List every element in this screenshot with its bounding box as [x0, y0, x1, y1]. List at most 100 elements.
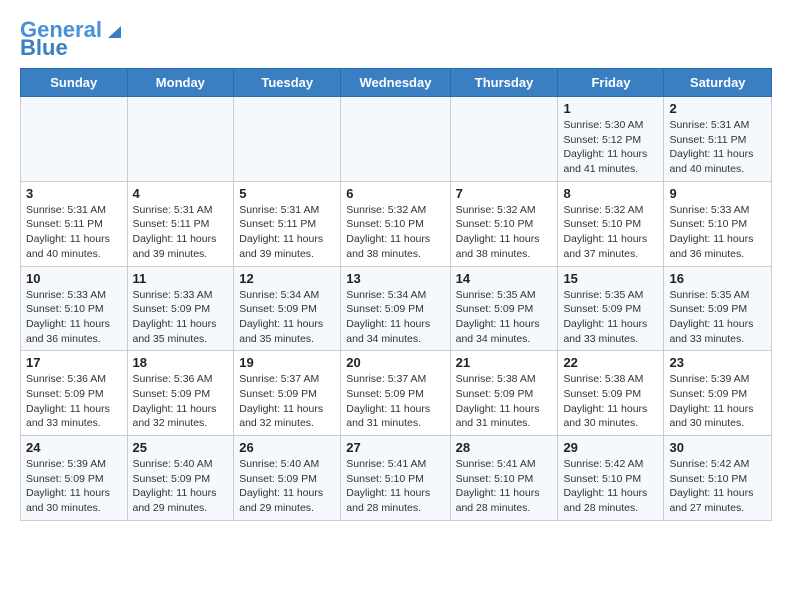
day-number: 30 [669, 440, 766, 455]
day-number: 19 [239, 355, 335, 370]
calendar-day-cell: 24Sunrise: 5:39 AMSunset: 5:09 PMDayligh… [21, 436, 128, 521]
day-number: 22 [563, 355, 658, 370]
day-number: 16 [669, 271, 766, 286]
calendar-day-cell: 22 Sunrise: 5:38 AMSunset: 5:09 PMDayligh… [558, 351, 664, 436]
day-number: 27 [346, 440, 444, 455]
weekday-header: Friday [558, 69, 664, 97]
calendar-day-cell: 14 Sunrise: 5:35 AMSunset: 5:09 PMDayligh… [450, 266, 558, 351]
calendar-day-cell [21, 97, 128, 182]
day-detail: Sunrise: 5:33 AMSunset: 5:10 PMDaylight:… [669, 203, 766, 262]
day-detail: Sunrise: 5:38 AMSunset: 5:09 PMDaylight:… [456, 372, 553, 431]
calendar-week-row: 3Sunrise: 5:31 AMSunset: 5:11 PMDaylight… [21, 181, 772, 266]
calendar-day-cell: 17 Sunrise: 5:36 AMSunset: 5:09 PMDayligh… [21, 351, 128, 436]
calendar-day-cell [127, 97, 234, 182]
day-number: 13 [346, 271, 444, 286]
day-detail: Sunrise: 5:31 AMSunset: 5:11 PMDaylight:… [133, 203, 229, 262]
day-number: 28 [456, 440, 553, 455]
calendar-day-cell: 9Sunrise: 5:33 AMSunset: 5:10 PMDaylight… [664, 181, 772, 266]
day-detail: Sunrise: 5:35 AMSunset: 5:09 PMDaylight:… [563, 288, 658, 347]
calendar-day-cell [234, 97, 341, 182]
calendar-day-cell: 7 Sunrise: 5:32 AMSunset: 5:10 PMDaylight… [450, 181, 558, 266]
calendar-day-cell: 1 Sunrise: 5:30 AMSunset: 5:12 PMDaylight… [558, 97, 664, 182]
weekday-header: Wednesday [341, 69, 450, 97]
page: General Blue SundayMondayTuesdayWednesda… [0, 0, 792, 541]
calendar-day-cell: 11 Sunrise: 5:33 AMSunset: 5:09 PMDayligh… [127, 266, 234, 351]
day-detail: Sunrise: 5:30 AMSunset: 5:12 PMDaylight:… [563, 118, 658, 177]
calendar-day-cell: 25Sunrise: 5:40 AMSunset: 5:09 PMDayligh… [127, 436, 234, 521]
day-detail: Sunrise: 5:32 AMSunset: 5:10 PMDaylight:… [563, 203, 658, 262]
calendar-day-cell: 8 Sunrise: 5:32 AMSunset: 5:10 PMDaylight… [558, 181, 664, 266]
day-detail: Sunrise: 5:38 AMSunset: 5:09 PMDaylight:… [563, 372, 658, 431]
calendar-week-row: 1 Sunrise: 5:30 AMSunset: 5:12 PMDaylight… [21, 97, 772, 182]
calendar-day-cell: 16 Sunrise: 5:35 AMSunset: 5:09 PMDayligh… [664, 266, 772, 351]
calendar-day-cell: 3Sunrise: 5:31 AMSunset: 5:11 PMDaylight… [21, 181, 128, 266]
day-detail: Sunrise: 5:32 AMSunset: 5:10 PMDaylight:… [456, 203, 553, 262]
calendar-day-cell: 4 Sunrise: 5:31 AMSunset: 5:11 PMDaylight… [127, 181, 234, 266]
day-detail: Sunrise: 5:33 AMSunset: 5:09 PMDaylight:… [133, 288, 229, 347]
calendar-day-cell: 15 Sunrise: 5:35 AMSunset: 5:09 PMDayligh… [558, 266, 664, 351]
calendar-week-row: 17 Sunrise: 5:36 AMSunset: 5:09 PMDayligh… [21, 351, 772, 436]
day-number: 5 [239, 186, 335, 201]
day-number: 26 [239, 440, 335, 455]
day-number: 20 [346, 355, 444, 370]
day-detail: Sunrise: 5:34 AMSunset: 5:09 PMDaylight:… [346, 288, 444, 347]
day-number: 12 [239, 271, 335, 286]
calendar-day-cell: 2Sunrise: 5:31 AMSunset: 5:11 PMDaylight… [664, 97, 772, 182]
calendar-day-cell: 20Sunrise: 5:37 AMSunset: 5:09 PMDayligh… [341, 351, 450, 436]
calendar-day-cell: 29 Sunrise: 5:42 AMSunset: 5:10 PMDayligh… [558, 436, 664, 521]
day-detail: Sunrise: 5:42 AMSunset: 5:10 PMDaylight:… [669, 457, 766, 516]
day-detail: Sunrise: 5:36 AMSunset: 5:09 PMDaylight:… [133, 372, 229, 431]
day-number: 17 [26, 355, 122, 370]
weekday-row: SundayMondayTuesdayWednesdayThursdayFrid… [21, 69, 772, 97]
day-detail: Sunrise: 5:41 AMSunset: 5:10 PMDaylight:… [346, 457, 444, 516]
day-detail: Sunrise: 5:35 AMSunset: 5:09 PMDaylight:… [669, 288, 766, 347]
calendar-day-cell [341, 97, 450, 182]
day-number: 15 [563, 271, 658, 286]
day-number: 21 [456, 355, 553, 370]
calendar-day-cell: 13 Sunrise: 5:34 AMSunset: 5:09 PMDayligh… [341, 266, 450, 351]
day-detail: Sunrise: 5:31 AMSunset: 5:11 PMDaylight:… [669, 118, 766, 177]
day-detail: Sunrise: 5:41 AMSunset: 5:10 PMDaylight:… [456, 457, 553, 516]
calendar-day-cell: 21 Sunrise: 5:38 AMSunset: 5:09 PMDayligh… [450, 351, 558, 436]
day-number: 4 [133, 186, 229, 201]
day-detail: Sunrise: 5:42 AMSunset: 5:10 PMDaylight:… [563, 457, 658, 516]
day-detail: Sunrise: 5:39 AMSunset: 5:09 PMDaylight:… [26, 457, 122, 516]
day-detail: Sunrise: 5:40 AMSunset: 5:09 PMDaylight:… [133, 457, 229, 516]
calendar-table: SundayMondayTuesdayWednesdayThursdayFrid… [20, 68, 772, 521]
weekday-header: Monday [127, 69, 234, 97]
day-detail: Sunrise: 5:33 AMSunset: 5:10 PMDaylight:… [26, 288, 122, 347]
logo-icon [103, 22, 121, 40]
header: General Blue [20, 15, 772, 60]
calendar-day-cell: 19 Sunrise: 5:37 AMSunset: 5:09 PMDayligh… [234, 351, 341, 436]
day-number: 23 [669, 355, 766, 370]
day-number: 7 [456, 186, 553, 201]
calendar-day-cell: 10Sunrise: 5:33 AMSunset: 5:10 PMDayligh… [21, 266, 128, 351]
weekday-header: Thursday [450, 69, 558, 97]
weekday-header: Saturday [664, 69, 772, 97]
day-number: 8 [563, 186, 658, 201]
calendar-week-row: 10Sunrise: 5:33 AMSunset: 5:10 PMDayligh… [21, 266, 772, 351]
calendar-day-cell: 23Sunrise: 5:39 AMSunset: 5:09 PMDayligh… [664, 351, 772, 436]
calendar-body: 1 Sunrise: 5:30 AMSunset: 5:12 PMDaylight… [21, 97, 772, 521]
calendar-day-cell: 5Sunrise: 5:31 AMSunset: 5:11 PMDaylight… [234, 181, 341, 266]
day-number: 29 [563, 440, 658, 455]
day-detail: Sunrise: 5:37 AMSunset: 5:09 PMDaylight:… [239, 372, 335, 431]
day-number: 18 [133, 355, 229, 370]
calendar-week-row: 24Sunrise: 5:39 AMSunset: 5:09 PMDayligh… [21, 436, 772, 521]
day-number: 14 [456, 271, 553, 286]
day-number: 11 [133, 271, 229, 286]
day-detail: Sunrise: 5:31 AMSunset: 5:11 PMDaylight:… [26, 203, 122, 262]
calendar-day-cell: 28 Sunrise: 5:41 AMSunset: 5:10 PMDayligh… [450, 436, 558, 521]
day-number: 1 [563, 101, 658, 116]
calendar-day-cell: 30 Sunrise: 5:42 AMSunset: 5:10 PMDayligh… [664, 436, 772, 521]
logo-blue: Blue [20, 35, 68, 60]
calendar-day-cell: 26 Sunrise: 5:40 AMSunset: 5:09 PMDayligh… [234, 436, 341, 521]
calendar-day-cell: 27 Sunrise: 5:41 AMSunset: 5:10 PMDayligh… [341, 436, 450, 521]
weekday-header: Tuesday [234, 69, 341, 97]
day-detail: Sunrise: 5:40 AMSunset: 5:09 PMDaylight:… [239, 457, 335, 516]
calendar-day-cell: 18 Sunrise: 5:36 AMSunset: 5:09 PMDayligh… [127, 351, 234, 436]
day-detail: Sunrise: 5:36 AMSunset: 5:09 PMDaylight:… [26, 372, 122, 431]
logo: General Blue [20, 19, 121, 60]
day-detail: Sunrise: 5:34 AMSunset: 5:09 PMDaylight:… [239, 288, 335, 347]
day-detail: Sunrise: 5:35 AMSunset: 5:09 PMDaylight:… [456, 288, 553, 347]
